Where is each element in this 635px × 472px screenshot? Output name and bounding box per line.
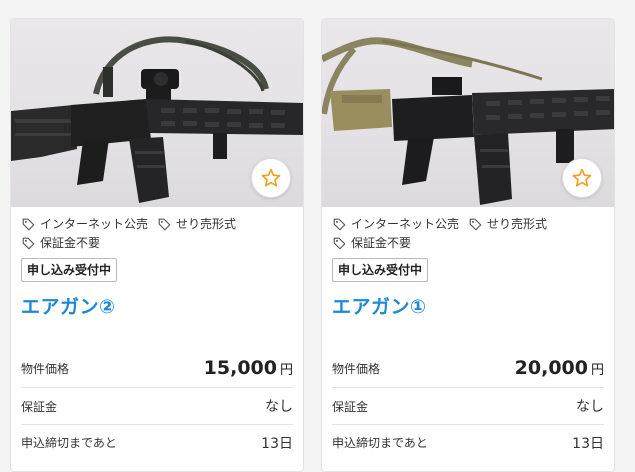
favorite-button[interactable] — [562, 158, 602, 198]
tag-auction-format: せり売形式 — [158, 215, 236, 234]
item-photo[interactable] — [322, 19, 614, 207]
tag-icon — [22, 237, 35, 250]
deadline-row: 申込締切まであと 13日 — [332, 425, 604, 460]
item-photo[interactable] — [11, 19, 303, 207]
tag-auction-format: せり売形式 — [469, 215, 547, 234]
listing-info: 物件価格 20,000 円 保証金 なし 申込締切まであと 13日 — [332, 349, 604, 460]
favorite-button[interactable] — [251, 158, 291, 198]
price-row: 物件価格 20,000 円 — [332, 349, 604, 388]
deadline-row: 申込締切まであと 13日 — [21, 425, 293, 460]
tag-label: 保証金不要 — [351, 236, 412, 250]
price-value: 20,000 — [514, 357, 588, 379]
tag-icon — [22, 218, 35, 231]
tag-no-deposit: 保証金不要 — [22, 234, 100, 253]
tag-icon — [469, 218, 482, 231]
tag-icon — [333, 218, 346, 231]
deadline-value: 13日 — [572, 435, 604, 452]
tag-list: インターネット公売 せり売形式 保証金不要 — [11, 207, 303, 253]
deadline-value: 13日 — [261, 435, 293, 452]
tag-label: せり売形式 — [176, 217, 237, 231]
tag-label: インターネット公売 — [351, 217, 460, 231]
price-label: 物件価格 — [332, 361, 381, 376]
price-label: 物件価格 — [21, 361, 70, 376]
listing-title-link[interactable]: エアガン② — [21, 292, 303, 319]
tag-no-deposit: 保証金不要 — [333, 234, 411, 253]
deposit-row: 保証金 なし — [21, 388, 293, 425]
status-badge: 申し込み受付中 — [332, 258, 429, 282]
listing-grid: インターネット公売 せり売形式 保証金不要 申し込み受付中 エアガン② 物件価格… — [0, 0, 635, 472]
tag-list: インターネット公売 せり売形式 保証金不要 — [322, 207, 614, 253]
price-unit: 円 — [590, 363, 604, 378]
tag-icon — [333, 237, 346, 250]
listing-title-link[interactable]: エアガン① — [332, 292, 614, 319]
tag-internet-auction: インターネット公売 — [22, 215, 148, 234]
deposit-value: なし — [265, 399, 293, 415]
price-value: 15,000 — [203, 357, 277, 379]
deadline-label: 申込締切まであと — [21, 436, 117, 450]
tag-label: インターネット公売 — [40, 217, 149, 231]
listing-card[interactable]: インターネット公売 せり売形式 保証金不要 申し込み受付中 エアガン② 物件価格… — [10, 18, 304, 472]
deposit-label: 保証金 — [332, 399, 369, 414]
tag-label: せり売形式 — [487, 217, 548, 231]
tag-internet-auction: インターネット公売 — [333, 215, 459, 234]
tag-label: 保証金不要 — [40, 236, 101, 250]
price-unit: 円 — [279, 363, 293, 378]
tag-icon — [158, 218, 171, 231]
star-icon — [261, 168, 281, 187]
deposit-label: 保証金 — [21, 399, 58, 414]
listing-info: 物件価格 15,000 円 保証金 なし 申込締切まであと 13日 — [21, 349, 293, 460]
listing-card[interactable]: インターネット公売 せり売形式 保証金不要 申し込み受付中 エアガン① 物件価格… — [321, 18, 615, 472]
deposit-value: なし — [576, 399, 604, 415]
price: 15,000 円 — [204, 357, 293, 379]
deposit-row: 保証金 なし — [332, 388, 604, 425]
price: 20,000 円 — [515, 357, 604, 379]
price-row: 物件価格 15,000 円 — [21, 349, 293, 388]
status-badge: 申し込み受付中 — [21, 258, 118, 282]
star-icon — [572, 168, 592, 187]
deadline-label: 申込締切まであと — [332, 436, 428, 450]
